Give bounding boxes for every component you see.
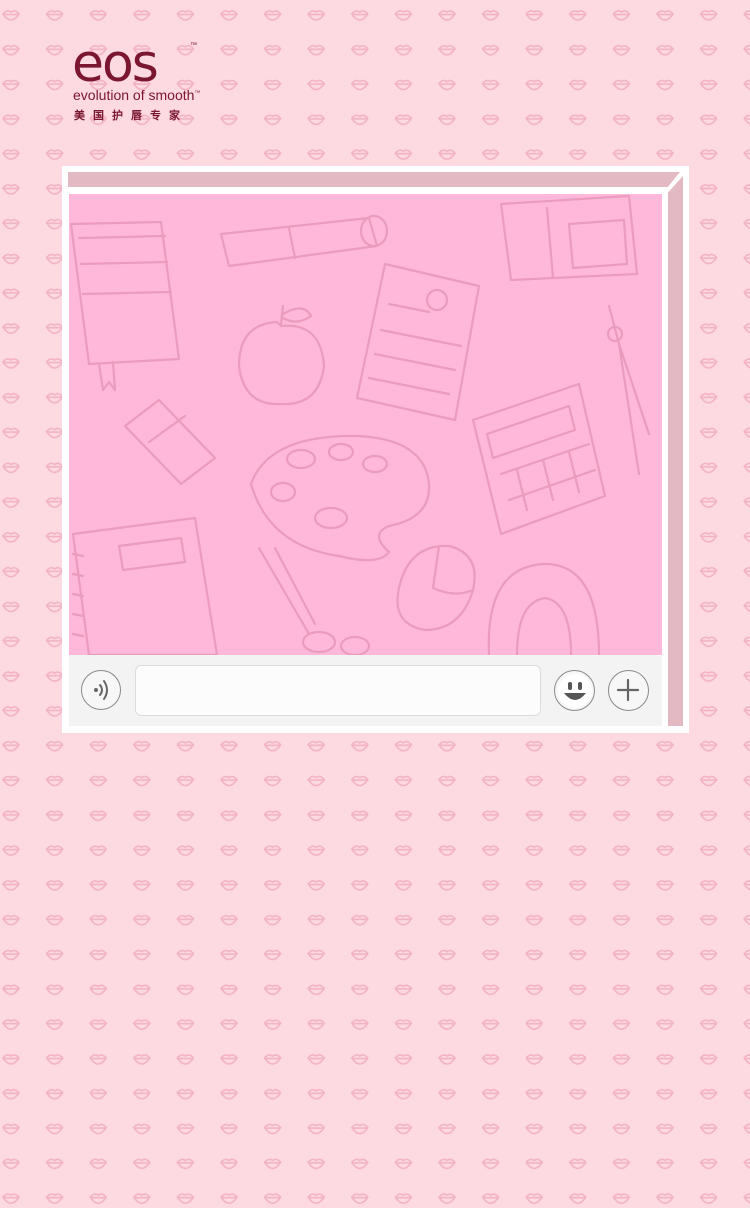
tagline-trademark: ™ [194, 90, 201, 97]
plus-icon [616, 678, 640, 702]
logo-subtitle: 美国护唇专家 [74, 110, 188, 122]
notebook-icon [71, 516, 219, 655]
apple-icon [237, 304, 326, 406]
school-doodles-background [69, 194, 651, 655]
compass-icon [606, 304, 651, 476]
protractor-icon [487, 562, 601, 655]
eos-logo: eos ™ evolution of smooth™ 美国护唇专家 [72, 38, 242, 128]
book-icon [69, 220, 181, 392]
scissors-icon [257, 546, 371, 655]
voice-input-button[interactable] [81, 670, 121, 710]
chat-input-bar [69, 655, 662, 726]
chat-frame [62, 166, 689, 733]
logo-wordmark: eos [72, 34, 159, 94]
smiley-face-icon [558, 674, 592, 708]
logo-tagline: evolution of smooth™ [73, 87, 200, 103]
message-input[interactable] [135, 665, 541, 716]
eraser-icon [123, 398, 217, 486]
more-options-button[interactable] [608, 670, 649, 711]
mouse-icon [396, 544, 476, 632]
chat-screen [69, 194, 662, 655]
scroll-icon [219, 214, 389, 268]
logo-tagline-text: evolution of smooth [73, 87, 195, 103]
frame-top-band [68, 172, 680, 187]
paint-palette-icon [249, 434, 431, 562]
document-icon [355, 262, 481, 422]
logo-trademark: ™ [190, 42, 197, 49]
emoji-button[interactable] [554, 670, 595, 711]
frame-right-band [668, 176, 683, 726]
calculator-icon [471, 382, 607, 536]
voice-wave-icon [94, 680, 108, 700]
backpack-icon [499, 194, 639, 282]
